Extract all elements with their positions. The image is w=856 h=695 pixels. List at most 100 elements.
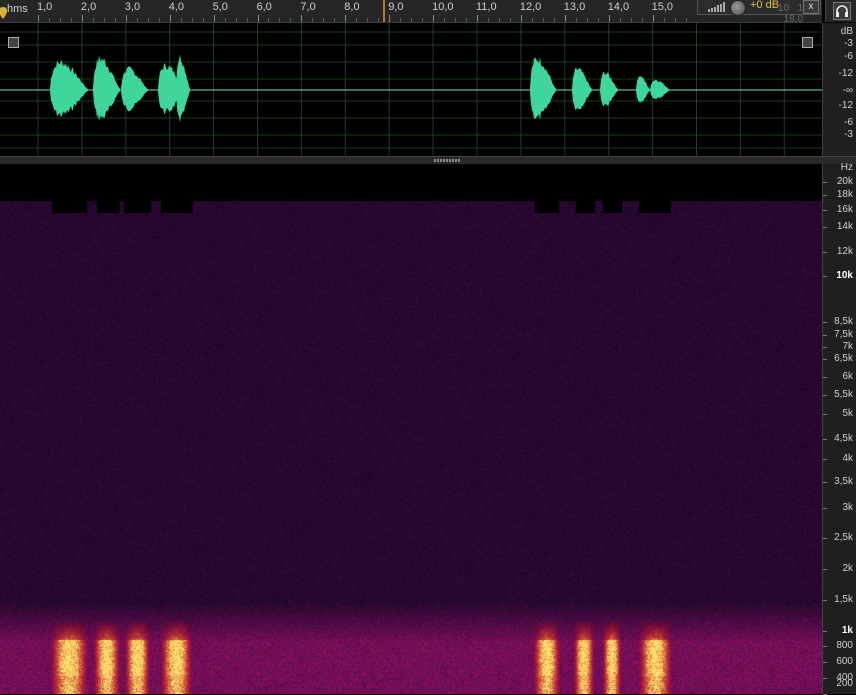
ruler-minor-tick	[674, 18, 676, 22]
hz-scale-tick	[823, 414, 827, 415]
hz-scale-tick	[823, 508, 827, 509]
ruler-minor-tick	[290, 18, 292, 22]
waveform-segment	[572, 67, 592, 111]
ruler-minor-tick	[498, 18, 500, 22]
fade-out-handle[interactable]	[802, 37, 813, 48]
hz-scale-tick	[823, 395, 827, 396]
ruler-minor-tick	[411, 18, 413, 22]
ruler-minor-tick	[158, 18, 160, 22]
hz-scale-label: 6,5k	[834, 353, 853, 364]
ruler-tick-line	[564, 15, 566, 22]
ruler-tick-line	[608, 15, 610, 22]
ruler-minor-tick	[685, 18, 687, 22]
ruler-minor-tick	[202, 18, 204, 22]
ruler-minor-tick	[641, 18, 643, 22]
headphones-icon	[836, 5, 848, 17]
hz-scale-label: 6k	[842, 371, 853, 382]
hz-scale-tick	[823, 662, 827, 663]
ruler-minor-tick	[630, 18, 632, 22]
hz-scale-label: 3k	[842, 502, 853, 513]
waveform-segment	[121, 66, 148, 112]
hz-scale-label: 1,5k	[834, 594, 853, 605]
ruler-tick-label: 7,0	[300, 1, 316, 13]
ruler-tick-line	[520, 15, 522, 22]
ruler-minor-tick	[575, 18, 577, 22]
hz-scale-tick	[823, 227, 827, 228]
db-scale-label: -3	[844, 129, 853, 140]
db-scale-label: -12	[838, 100, 853, 111]
volume-bars-icon[interactable]	[708, 2, 726, 12]
db-scale-label: -6	[844, 117, 853, 128]
ruler-minor-tick	[224, 18, 226, 22]
hz-scale-label: 12k	[836, 246, 853, 257]
ruler-minor-tick	[422, 18, 424, 22]
ruler-tick-line	[389, 15, 391, 22]
ruler-minor-tick	[509, 18, 511, 22]
hz-scale-tick	[823, 276, 827, 277]
spectrogram-view[interactable]	[0, 164, 822, 694]
hz-scale-label: 2,5k	[834, 532, 853, 543]
ruler-minor-tick	[356, 18, 358, 22]
ruler-minor-tick	[59, 18, 61, 22]
hz-scale-tick	[823, 631, 827, 632]
ruler-tick-label: 13,0	[563, 1, 586, 13]
ruler-minor-tick	[619, 18, 621, 22]
playhead-marker[interactable]	[383, 0, 385, 22]
ruler-tick-line	[301, 15, 303, 22]
hz-scale-tick	[823, 335, 827, 336]
ruler-minor-tick	[235, 18, 237, 22]
gain-knob-icon[interactable]	[730, 0, 746, 16]
ruler-tick-label: 12,0	[519, 1, 542, 13]
ruler-tick-label: 5,0	[212, 1, 228, 13]
waveform-segment	[93, 55, 120, 121]
hz-scale-label: 2k	[842, 563, 853, 574]
ruler-tick-label: 11,0	[476, 1, 497, 13]
ruler-minor-tick	[70, 18, 72, 22]
time-unit-label: hms	[7, 3, 28, 15]
hz-scale-tick	[823, 210, 827, 211]
waveform-segment	[530, 56, 556, 120]
fade-in-handle[interactable]	[8, 37, 19, 48]
ruler-tick-label: 8,0	[344, 1, 360, 13]
waveform-segment	[176, 54, 190, 123]
waveform-view[interactable]	[0, 23, 822, 156]
hz-scale-label: 8,5k	[834, 316, 853, 327]
gain-readout: +0 dB	[750, 0, 780, 11]
ruler-tick-label: 1,0	[37, 1, 53, 13]
headphones-button[interactable]	[825, 0, 856, 22]
frequency-scale: Hz 20k 18k 16k 14k 12k 10k 8,5k 7,5k 7k 6,5k 6k 5,5k…	[822, 162, 856, 695]
ruler-tick-line	[345, 15, 347, 22]
ruler-tick-line	[477, 15, 478, 22]
hz-scale-tick	[823, 182, 827, 183]
db-scale-label: -12	[838, 68, 853, 79]
splitter-grip-icon[interactable]	[434, 159, 460, 162]
ruler-minor-tick	[334, 18, 336, 22]
marker-pin-icon[interactable]	[0, 7, 7, 19]
ruler-tick-label: 15,0	[651, 1, 674, 13]
ruler-minor-tick	[542, 18, 544, 22]
ruler-tick-line	[652, 15, 654, 22]
hz-scale-tick	[823, 195, 827, 196]
close-icon[interactable]: x	[803, 0, 819, 14]
hz-scale-label: 5k	[842, 408, 853, 419]
hz-scale-label: 600	[836, 656, 853, 667]
hz-scale-tick	[823, 439, 827, 440]
ruler-minor-tick	[48, 18, 50, 22]
ruler-minor-tick	[103, 18, 105, 22]
hz-scale-tick	[823, 600, 827, 601]
hz-scale-label: 14k	[836, 221, 853, 232]
gain-ghost-label: 10	[778, 3, 790, 14]
ruler-tick-line	[433, 15, 435, 22]
ruler-minor-tick	[147, 18, 149, 22]
ruler-tick-label: 6,0	[256, 1, 272, 13]
ruler-tick-line	[169, 15, 171, 22]
hz-scale-tick	[823, 347, 827, 348]
db-scale-label: -3	[844, 38, 853, 49]
db-scale-label: -6	[844, 51, 853, 62]
hz-scale-tick	[823, 678, 827, 679]
hz-scale-label: 3,5k	[834, 476, 853, 487]
ruler-tick-line	[38, 15, 39, 22]
ruler-minor-tick	[367, 18, 369, 22]
ruler-minor-tick	[586, 18, 588, 22]
ruler-tick-label: 10,0	[432, 1, 454, 13]
